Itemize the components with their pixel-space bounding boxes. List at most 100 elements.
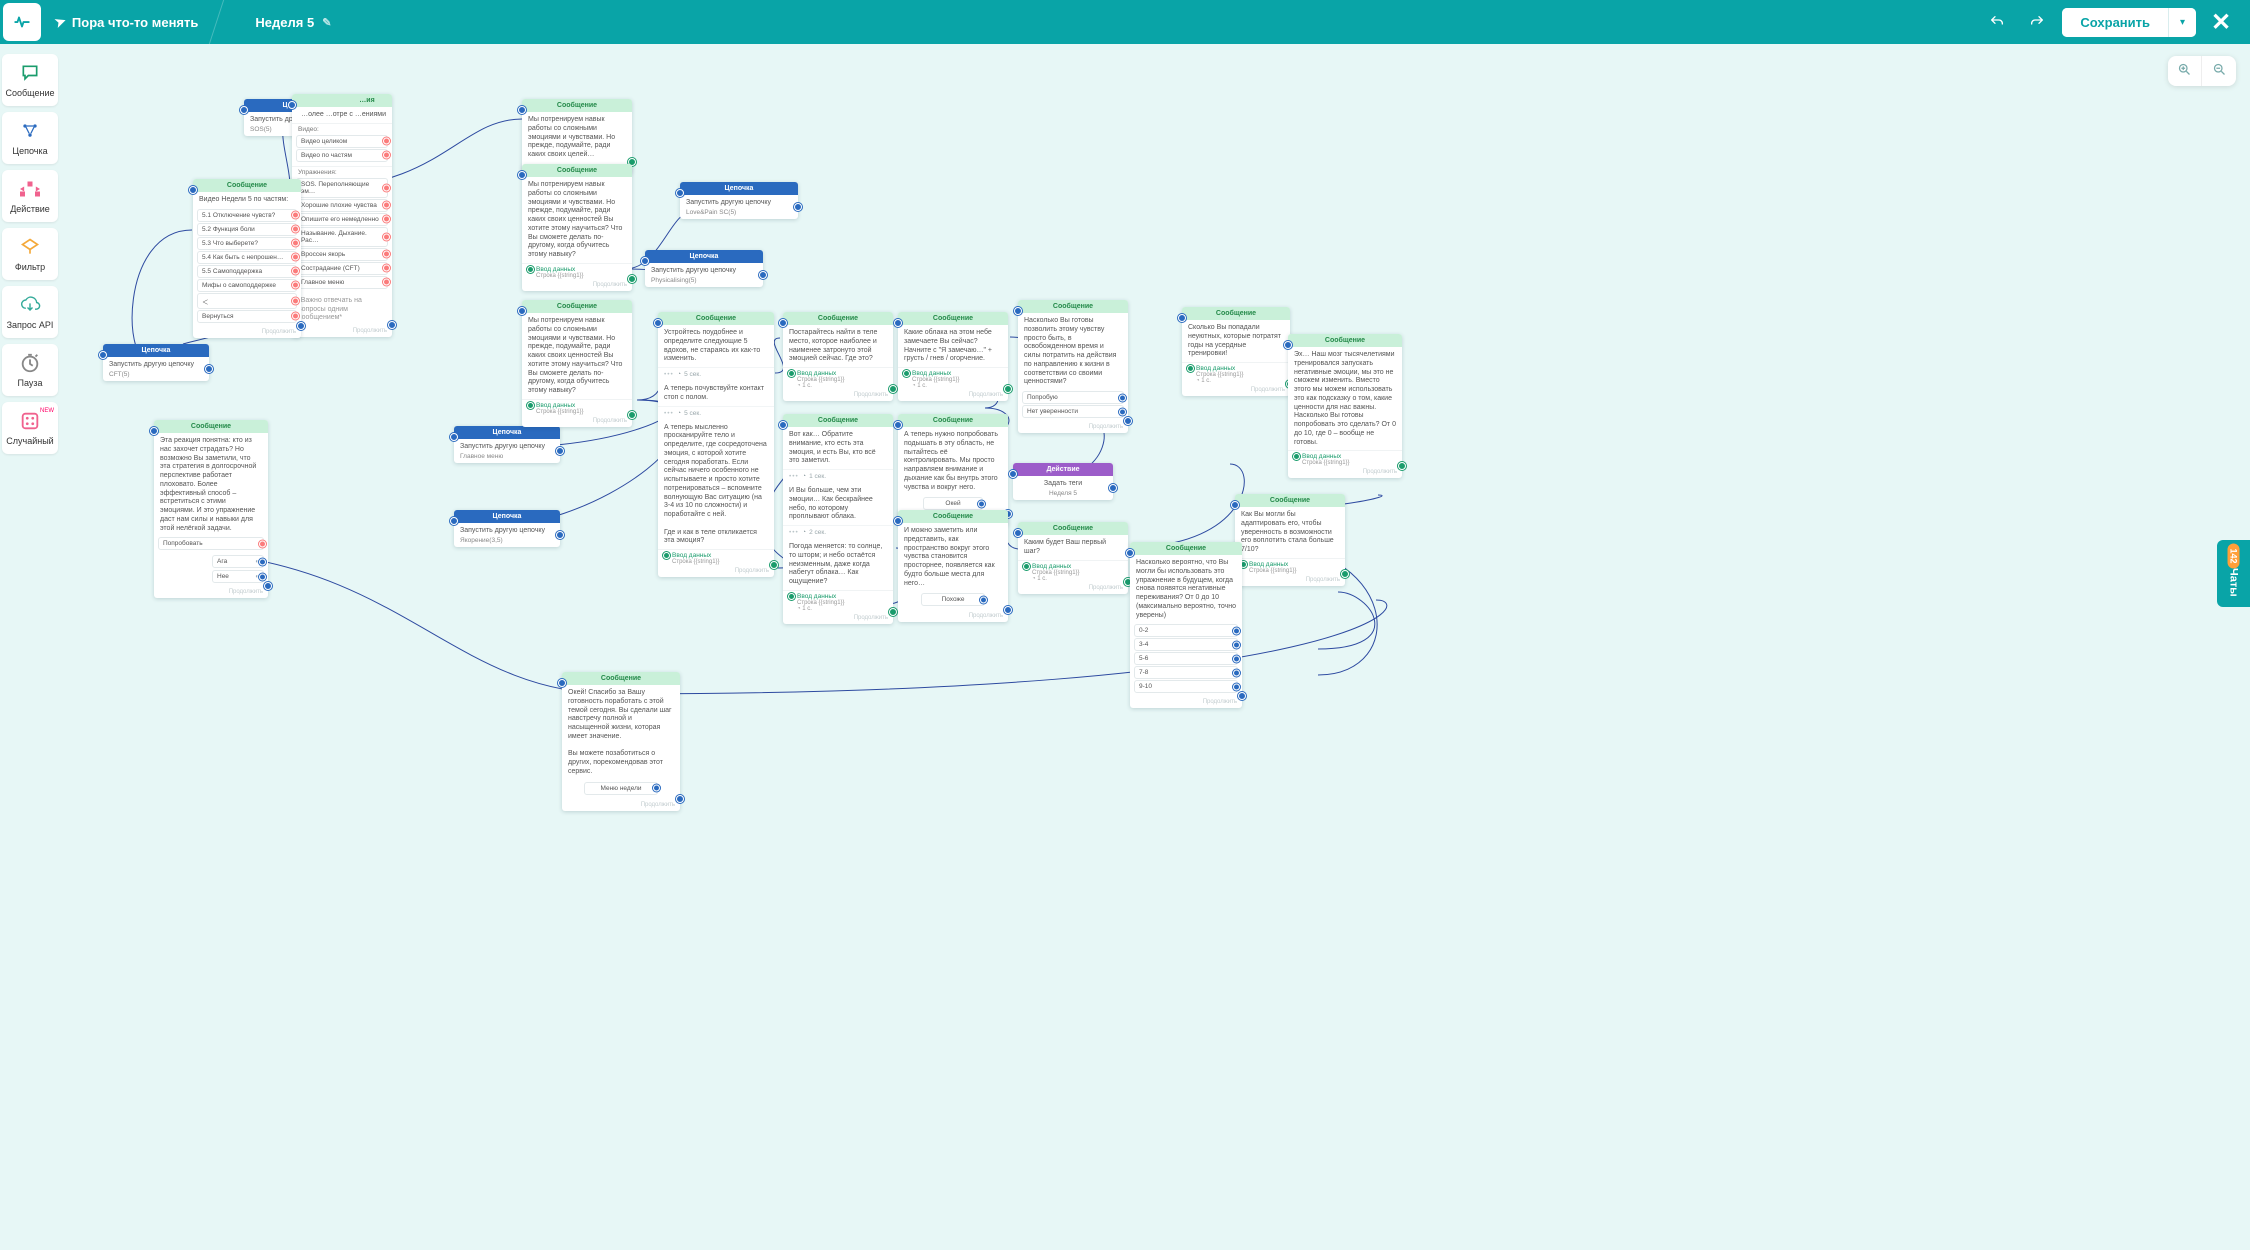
- node-msg-train3[interactable]: СообщениеМы потренируем навык работы со …: [522, 300, 632, 427]
- tool-message[interactable]: Сообщение: [2, 54, 58, 106]
- node-msg-train2[interactable]: СообщениеМы потренируем навык работы со …: [522, 164, 632, 291]
- option[interactable]: Мифы о самоподдержке: [197, 279, 297, 292]
- option[interactable]: 5.1 Отключение чувств?: [197, 209, 297, 222]
- tool-action[interactable]: Действие: [2, 170, 58, 222]
- chats-tab[interactable]: 142 Чаты: [2217, 540, 2250, 607]
- option[interactable]: Называние. Дыхание. Рас…: [296, 227, 388, 247]
- option[interactable]: ＜: [197, 293, 297, 309]
- option[interactable]: 9-10: [1134, 680, 1238, 693]
- option[interactable]: Хорошие плохие чувства: [296, 199, 388, 212]
- node-msg-react[interactable]: Сообщение Эта реакция понятна: кто из на…: [154, 420, 268, 598]
- option[interactable]: Попробую: [1022, 391, 1124, 404]
- node-footer[interactable]: Продолжить: [1235, 575, 1345, 586]
- node-msg-final[interactable]: СообщениеОкей! Спасибо за Вашу готовност…: [562, 672, 680, 811]
- node-footer[interactable]: Продолжить: [898, 611, 1008, 622]
- more-icon[interactable]: •••: [664, 371, 674, 378]
- tool-random[interactable]: NEWСлучайный: [2, 402, 58, 454]
- tool-filter[interactable]: Фильтр: [2, 228, 58, 280]
- node-msg-body-place[interactable]: СообщениеПостарайтесь найти в теле место…: [783, 312, 893, 401]
- node-body: Постарайтесь найти в теле место, которое…: [783, 325, 893, 367]
- option[interactable]: Видео целиком: [296, 135, 388, 148]
- node-header: Сообщение: [1018, 300, 1128, 313]
- option[interactable]: 5.4 Как быть с непрошен…: [197, 251, 297, 264]
- node-footer[interactable]: Продолжить: [154, 587, 268, 598]
- option[interactable]: 7-8: [1134, 666, 1238, 679]
- flow-canvas[interactable]: ЦепочкаЗапустить другую цепочкуSOS(5) …и…: [60, 44, 2250, 1250]
- node-msg-sky[interactable]: Сообщение Вот как… Обратите внимание, кт…: [783, 414, 893, 624]
- option[interactable]: Нет уверенности: [1022, 405, 1124, 418]
- option[interactable]: Сострадание (CFT): [296, 262, 388, 275]
- option[interactable]: Видео по частям: [296, 149, 388, 162]
- node-footer[interactable]: Продолжить: [1182, 385, 1290, 396]
- node-msg-train1[interactable]: СообщениеМы потренируем навык работы со …: [522, 99, 632, 174]
- option[interactable]: 5-6: [1134, 652, 1238, 665]
- tool-label: Пауза: [17, 378, 42, 388]
- option[interactable]: 0-2: [1134, 624, 1238, 637]
- node-chain-love[interactable]: ЦепочкаЗапустить другую цепочкуLove&Pain…: [680, 182, 798, 219]
- option[interactable]: 5.5 Самоподдержка: [197, 265, 297, 278]
- node-msg-clouds[interactable]: СообщениеКакие облака на этом небе замеч…: [898, 312, 1008, 401]
- option[interactable]: Похоже: [921, 593, 985, 606]
- project-title[interactable]: ➤ Пора что-то менять: [55, 14, 198, 30]
- tool-pause[interactable]: Пауза: [2, 344, 58, 396]
- option[interactable]: Окей: [923, 497, 983, 510]
- node-chain-phys[interactable]: ЦепочкаЗапустить другую цепочкуPhysicali…: [645, 250, 763, 287]
- tool-chain[interactable]: Цепочка: [2, 112, 58, 164]
- page-title[interactable]: Неделя 5: [255, 15, 314, 30]
- node-footer[interactable]: Продолжить: [1018, 422, 1128, 433]
- node-chain-anchor[interactable]: ЦепочкаЗапустить другую цепочкуЯкорение(…: [454, 510, 560, 547]
- node-footer[interactable]: Продолжить: [658, 566, 774, 577]
- node-footer[interactable]: Продолжить: [783, 613, 893, 624]
- node-msg-video-parts[interactable]: Сообщение Видео Недели 5 по частям: 5.1 …: [193, 179, 301, 338]
- node-chain-cft[interactable]: ЦепочкаЗапустить другую цепочкуCFT(5): [103, 344, 209, 381]
- node-footer[interactable]: Продолжить: [1130, 697, 1242, 708]
- save-dropdown[interactable]: ▾: [2168, 8, 2196, 37]
- option[interactable]: Опишите его немедленно: [296, 213, 388, 226]
- node-footer[interactable]: Продолжить: [1018, 583, 1128, 594]
- option[interactable]: Меню недели: [584, 782, 658, 795]
- option[interactable]: SOS. Переполняющие эм…: [296, 178, 388, 198]
- tool-label: Случайный: [6, 436, 53, 446]
- save-button[interactable]: Сохранить: [2062, 8, 2168, 37]
- tool-api[interactable]: Запрос API: [2, 286, 58, 338]
- node-footer[interactable]: Продолжить: [292, 326, 392, 337]
- undo-button[interactable]: [1982, 7, 2012, 37]
- node-msg-space[interactable]: СообщениеИ можно заметить или представит…: [898, 510, 1008, 622]
- zoom-in-button[interactable]: [2168, 56, 2202, 86]
- option[interactable]: Вроссен якорь: [296, 248, 388, 261]
- node-msg-allow[interactable]: СообщениеНасколько Вы готовы позволить э…: [1018, 300, 1128, 433]
- option[interactable]: Ага◐: [212, 555, 264, 568]
- node-body: Запустить другую цепочку: [651, 267, 757, 276]
- option[interactable]: 3-4: [1134, 638, 1238, 651]
- node-footer[interactable]: Продолжить: [193, 327, 301, 338]
- option[interactable]: 5.3 Что выберете?: [197, 237, 297, 250]
- node-footer[interactable]: Продолжить: [522, 280, 632, 291]
- node-footer[interactable]: Продолжить: [562, 800, 680, 811]
- node-footer[interactable]: Продолжить: [522, 416, 632, 427]
- zoom-out-button[interactable]: [2202, 56, 2236, 86]
- node-msg-step[interactable]: СообщениеКаким будет Ваш первый шаг? Вво…: [1018, 522, 1128, 594]
- node-action-tags[interactable]: ДействиеЗадать тегиНеделя 5: [1013, 463, 1113, 500]
- node-msg-brain[interactable]: СообщениеЭх… Наш мозг тысячелетиями трен…: [1288, 334, 1402, 478]
- option[interactable]: Вернуться: [197, 310, 297, 323]
- node-msg-adapt[interactable]: СообщениеКак Вы могли бы адаптировать ег…: [1235, 494, 1345, 586]
- option[interactable]: Нее◐: [212, 570, 264, 583]
- node-footer[interactable]: Продолжить: [783, 390, 893, 401]
- node-footer[interactable]: Продолжить: [898, 390, 1008, 401]
- app-logo[interactable]: [3, 3, 41, 41]
- edit-icon[interactable]: ✎: [322, 16, 331, 29]
- option[interactable]: Попробовать: [158, 537, 264, 550]
- node-body: И можно заметить или представить, как пр…: [898, 523, 1008, 591]
- option[interactable]: Главное меню: [296, 276, 388, 289]
- close-button[interactable]: ✕: [2206, 7, 2236, 37]
- node-msg-scan[interactable]: Сообщение Устройтесь поудобнее и определ…: [658, 312, 774, 577]
- node-chain-menu[interactable]: ЦепочкаЗапустить другую цепочкуГлавное м…: [454, 426, 560, 463]
- node-msg-video-ex[interactable]: …ия …олее …отре с …ениями Видео: Видео ц…: [292, 94, 392, 337]
- node-msg-likelihood[interactable]: СообщениеНасколько вероятно, что Вы могл…: [1130, 542, 1242, 708]
- option[interactable]: 5.2 Функция боли: [197, 223, 297, 236]
- node-header: …ия: [359, 97, 374, 104]
- node-msg-fell[interactable]: СообщениеСколько Вы попадали неуютных, к…: [1182, 307, 1290, 396]
- node-body: Насколько вероятно, что Вы могли бы испо…: [1130, 555, 1242, 623]
- redo-button[interactable]: [2022, 7, 2052, 37]
- node-footer[interactable]: Продолжить: [1288, 467, 1402, 478]
